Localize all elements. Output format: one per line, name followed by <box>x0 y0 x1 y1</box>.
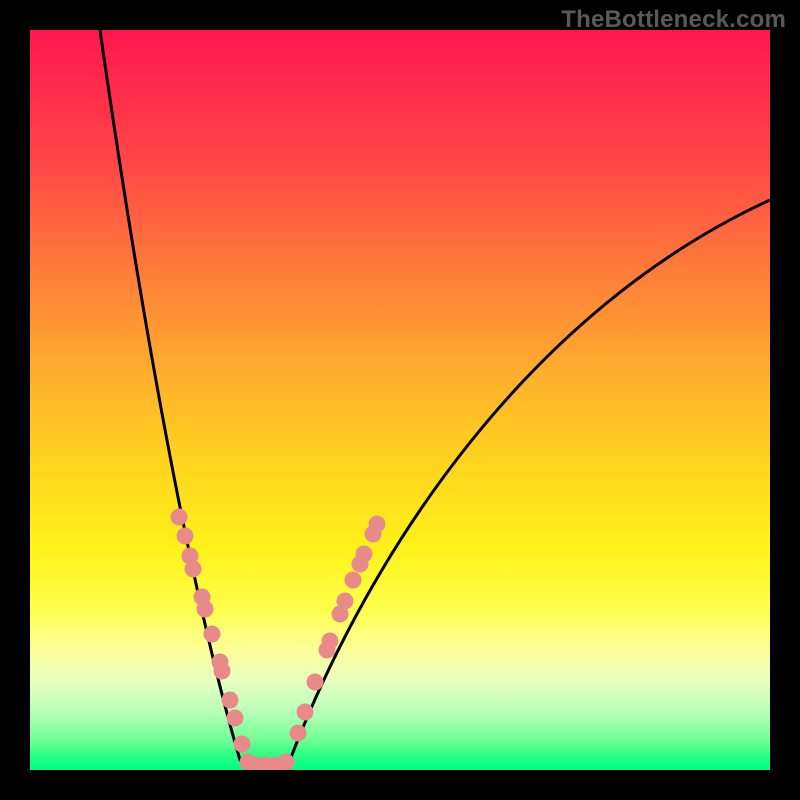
data-marker <box>297 704 314 721</box>
data-marker <box>171 509 188 526</box>
data-marker <box>177 528 194 545</box>
data-marker <box>214 663 231 680</box>
data-marker <box>278 754 295 771</box>
data-marker <box>185 561 202 578</box>
data-marker <box>222 692 239 709</box>
data-marker <box>322 633 339 650</box>
chart-svg <box>30 30 770 770</box>
marker-layer <box>171 509 386 771</box>
chart-plot-area <box>30 30 770 770</box>
data-marker <box>227 710 244 727</box>
bottleneck-curve <box>100 30 770 766</box>
data-marker <box>290 725 307 742</box>
data-marker <box>345 572 362 589</box>
data-marker <box>307 674 324 691</box>
data-marker <box>204 626 221 643</box>
data-marker <box>234 736 251 753</box>
data-marker <box>369 516 386 533</box>
data-marker <box>197 601 214 618</box>
data-marker <box>337 593 354 610</box>
data-marker <box>356 546 373 563</box>
chart-frame: TheBottleneck.com <box>0 0 800 800</box>
watermark-text: TheBottleneck.com <box>561 6 786 34</box>
